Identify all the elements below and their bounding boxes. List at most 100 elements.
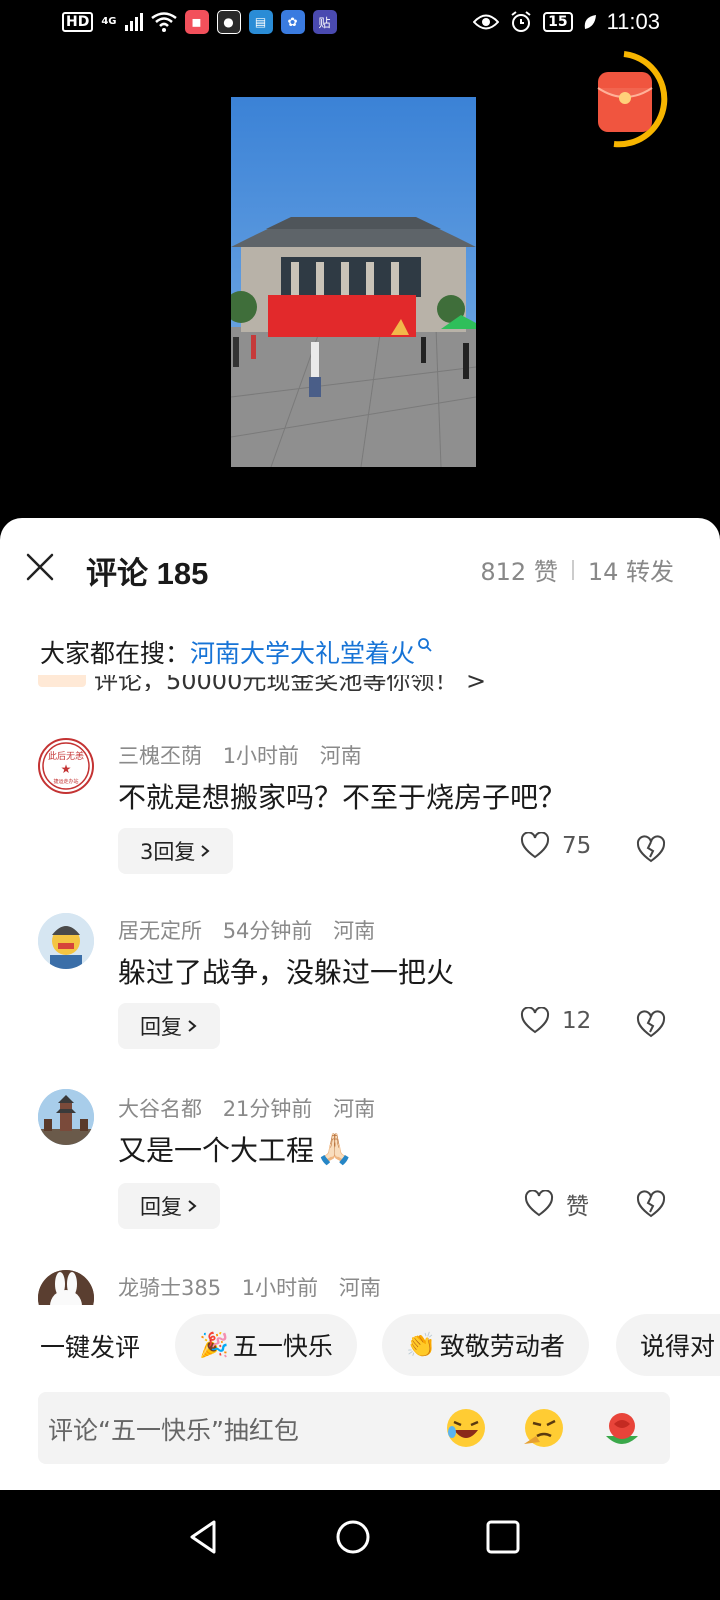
video-thumbnail[interactable] bbox=[231, 97, 476, 467]
status-bar: HD 4G ◼ ● ▤ ✿ 贴 15 11:03 bbox=[0, 0, 720, 48]
comment-text[interactable]: 不就是想搬家吗？不至于烧房子吧？ bbox=[118, 776, 566, 816]
stamp-text-bottom: 捷运走办站 bbox=[53, 778, 78, 785]
dislike-icon[interactable] bbox=[636, 834, 666, 864]
system-nav-bar bbox=[0, 1490, 720, 1600]
clock: 11:03 bbox=[606, 9, 660, 34]
heart-icon bbox=[520, 1007, 550, 1034]
home-icon[interactable] bbox=[328, 1512, 378, 1562]
quick-comment-bar: 一键发评 🎉 五一快乐 👏 致敬劳动者 说得对 bbox=[0, 1314, 720, 1378]
comment-meta: 居无定所 54分钟前 河南 bbox=[118, 915, 389, 945]
like-label: 赞 bbox=[566, 1194, 589, 1220]
stamp-star-icon: ★ bbox=[61, 762, 72, 776]
search-icon[interactable] bbox=[417, 637, 433, 653]
trending-search-link[interactable]: 河南大学大礼堂着火 bbox=[190, 634, 415, 670]
comment-meta: 三槐丕荫 1小时前 河南 bbox=[118, 740, 376, 770]
praying-hands-emoji: 🙏🏻 bbox=[316, 1131, 354, 1167]
stamp-avatar-image: 此后无恙 ★ 捷运走办站 bbox=[42, 742, 90, 790]
reply-button[interactable]: 回复 bbox=[118, 1183, 220, 1229]
close-icon[interactable] bbox=[24, 551, 56, 583]
stats-divider bbox=[571, 559, 574, 580]
book-app-icon: ▤ bbox=[248, 10, 273, 34]
comment-region: 河南 bbox=[333, 1097, 376, 1121]
eye-icon bbox=[473, 14, 500, 30]
tieba-icon: 贴 bbox=[312, 10, 337, 34]
heart-icon bbox=[524, 1190, 554, 1217]
laughing-emoji-glyph bbox=[447, 1409, 485, 1447]
comment-time: 21分钟前 bbox=[222, 1097, 313, 1121]
likes-count[interactable]: 812 赞 bbox=[480, 552, 557, 587]
status-left: HD 4G ◼ ● ▤ ✿ 贴 bbox=[62, 10, 337, 34]
status-right: 15 11:03 bbox=[473, 9, 660, 35]
like-button[interactable]: 12 bbox=[520, 1007, 591, 1035]
comment-meta: 龙骑士385 1小时前 河南 bbox=[118, 1272, 395, 1302]
comment-username[interactable]: 三槐丕荫 bbox=[118, 744, 202, 768]
recents-icon[interactable] bbox=[478, 1512, 528, 1562]
comment-text[interactable]: 又是一个大工程 🙏🏻 bbox=[118, 1129, 353, 1169]
reply-button-label: 回复 bbox=[140, 1195, 182, 1219]
comment-region: 河南 bbox=[338, 1276, 381, 1300]
wifi-icon bbox=[150, 12, 177, 32]
avatar[interactable] bbox=[38, 1089, 94, 1145]
comment-sheet: 评论 185 812 赞 14 转发 大家都在搜： 河南大学大礼堂着火 评论，5… bbox=[0, 518, 720, 1490]
hd-badge: HD bbox=[62, 12, 94, 32]
chevron-right-icon bbox=[188, 1200, 197, 1212]
comment-region: 河南 bbox=[333, 919, 376, 943]
stamp-text-top: 此后无恙 bbox=[48, 750, 84, 762]
like-count: 12 bbox=[562, 1008, 592, 1034]
comment-username[interactable]: 大谷名都 bbox=[118, 1097, 202, 1121]
trending-search-label: 大家都在搜： bbox=[40, 639, 191, 668]
quick-comment-chip[interactable]: 🎉 五一快乐 bbox=[175, 1314, 357, 1376]
comment-username[interactable]: 居无定所 bbox=[118, 919, 202, 943]
comment-input[interactable]: 评论“五一快乐”抽红包 bbox=[38, 1392, 670, 1464]
baidu-icon: ✿ bbox=[280, 10, 305, 34]
signal-icon bbox=[124, 13, 143, 31]
chip-label: 致敬劳动者 bbox=[439, 1332, 565, 1361]
red-packet-icon[interactable] bbox=[594, 48, 676, 150]
view-replies-button[interactable]: 3回复 bbox=[118, 828, 234, 874]
avatar[interactable] bbox=[38, 913, 94, 969]
clapping-hands-emoji: 👏 bbox=[406, 1331, 436, 1359]
dislike-icon[interactable] bbox=[636, 1189, 666, 1219]
chevron-right-icon bbox=[201, 845, 210, 857]
like-button[interactable]: 赞 bbox=[524, 1187, 589, 1221]
chevron-right-icon bbox=[188, 1020, 197, 1032]
quick-comment-chip[interactable]: 说得对 bbox=[616, 1314, 720, 1376]
thinking-emoji-glyph bbox=[524, 1409, 563, 1447]
comment-time: 54分钟前 bbox=[222, 919, 313, 943]
quick-comment-label: 一键发评 bbox=[40, 1333, 141, 1362]
rose-emoji-glyph bbox=[606, 1413, 638, 1444]
clipped-text: 评论，50000元现金奖池等你领！ > bbox=[94, 675, 487, 691]
reply-button-label: 回复 bbox=[140, 1015, 182, 1039]
video-image bbox=[231, 97, 476, 467]
comment-text-body: 又是一个大工程 bbox=[118, 1134, 315, 1167]
comment-meta: 大谷名都 21分钟前 河南 bbox=[118, 1093, 389, 1123]
comment-input-placeholder: 评论“五一快乐”抽红包 bbox=[48, 1416, 299, 1445]
like-button[interactable]: 75 bbox=[520, 832, 591, 860]
tower-avatar-image bbox=[38, 1089, 94, 1145]
rose-emoji-icon[interactable] bbox=[600, 1406, 644, 1450]
laughing-emoji-icon[interactable] bbox=[444, 1406, 488, 1450]
heart-icon bbox=[520, 832, 550, 859]
quick-comment-chip[interactable]: 👏 致敬劳动者 bbox=[382, 1314, 589, 1376]
comment-time: 1小时前 bbox=[222, 744, 300, 768]
comment-time: 1小时前 bbox=[241, 1276, 319, 1300]
back-icon[interactable] bbox=[180, 1512, 230, 1562]
comment-text[interactable]: 躲过了战争，没躲过一把火 bbox=[118, 951, 454, 991]
reply-button-label: 3回复 bbox=[140, 840, 196, 864]
wechat-icon: ● bbox=[216, 10, 241, 34]
clipped-pinned-row: 评论，50000元现金奖池等你领！ > bbox=[38, 675, 678, 691]
forwards-count[interactable]: 14 转发 bbox=[588, 552, 674, 587]
comment-username[interactable]: 龙骑士385 bbox=[118, 1276, 221, 1300]
reply-button[interactable]: 回复 bbox=[118, 1003, 220, 1049]
comment-region: 河南 bbox=[319, 744, 362, 768]
battery-icon: 15 bbox=[543, 12, 573, 32]
post-stats: 812 赞 14 转发 bbox=[480, 552, 674, 587]
thinking-emoji-icon[interactable] bbox=[522, 1406, 566, 1450]
party-popper-emoji: 🎉 bbox=[199, 1331, 229, 1359]
alarm-icon bbox=[511, 11, 531, 32]
like-count: 75 bbox=[562, 833, 592, 859]
dislike-icon[interactable] bbox=[636, 1009, 666, 1039]
leaf-icon bbox=[584, 15, 596, 29]
avatar[interactable]: 此后无恙 ★ 捷运走办站 bbox=[38, 738, 94, 794]
network-type: 4G bbox=[101, 16, 117, 27]
